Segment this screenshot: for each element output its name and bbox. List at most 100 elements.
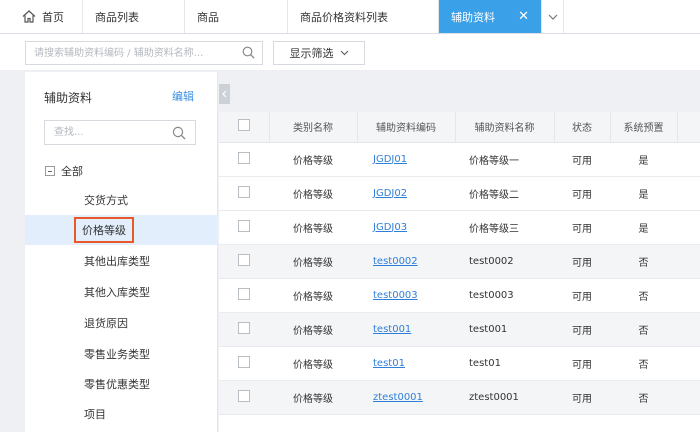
cell-category: 价格等级 — [269, 278, 357, 313]
tab-label: 辅助资料 — [451, 10, 495, 24]
cell-name: test0003 — [455, 278, 554, 313]
row-checkbox[interactable] — [238, 287, 250, 300]
auxiliary-data-table: 类别名称 辅助资料编码 辅助资料名称 状态 系统预置 价格等级 JGDJ01 价… — [219, 112, 700, 432]
cell-status: 可用 — [554, 346, 610, 381]
row-checkbox[interactable] — [238, 321, 250, 334]
tree-root-label: 全部 — [61, 165, 83, 178]
tab-home-label: 首页 — [42, 10, 64, 24]
tree-item-price-level[interactable]: 价格等级 — [25, 215, 218, 245]
tree-item-label: 其他出库类型 — [84, 255, 150, 268]
row-checkbox[interactable] — [238, 253, 250, 266]
header-category[interactable]: 类别名称 — [269, 112, 358, 143]
tree-item-return-reason[interactable]: 退货原因 — [25, 308, 218, 338]
header-extra — [677, 112, 700, 143]
cell-name: 价格等级三 — [455, 210, 554, 245]
cell-status: 可用 — [554, 278, 610, 313]
collapse-icon[interactable] — [45, 166, 55, 176]
tree-item-label: 项目 — [84, 408, 106, 421]
cell-category: 价格等级 — [269, 380, 357, 415]
search-icon[interactable] — [172, 126, 186, 140]
collapse-panel-handle[interactable] — [219, 84, 230, 104]
tree-item-label: 其他入库类型 — [84, 286, 150, 299]
search-icon[interactable] — [242, 46, 255, 59]
table-row[interactable]: 价格等级 test001 test001 可用 否 — [219, 312, 700, 347]
tree-item-project[interactable]: 项目 — [25, 399, 218, 429]
table-row[interactable]: 价格等级 JGDJ01 价格等级一 可用 是 — [219, 142, 700, 177]
cell-category: 价格等级 — [269, 312, 357, 347]
cell-code-link[interactable]: test0002 — [373, 256, 418, 267]
table-row[interactable]: 价格等级 test0003 test0003 可用 否 — [219, 278, 700, 313]
chevron-down-icon — [340, 50, 348, 56]
cell-preset: 否 — [610, 278, 677, 313]
home-icon — [22, 10, 36, 23]
cell-name: test001 — [455, 312, 554, 347]
row-checkbox[interactable] — [238, 355, 250, 368]
table-row[interactable]: 价格等级 JGDJ02 价格等级二 可用 是 — [219, 176, 700, 211]
category-search-input[interactable] — [45, 121, 165, 144]
tab-product[interactable]: 商品 — [185, 0, 288, 33]
row-checkbox[interactable] — [238, 389, 250, 402]
close-icon[interactable]: ✕ — [518, 9, 529, 24]
cell-name: 价格等级二 — [455, 176, 554, 211]
cell-code-link[interactable]: test0003 — [373, 290, 418, 301]
row-checkbox[interactable] — [238, 185, 250, 198]
tree-item-label: 零售优惠类型 — [84, 378, 150, 391]
tree-item-retail-business-type[interactable]: 零售业务类型 — [25, 339, 218, 369]
cell-category: 价格等级 — [269, 346, 357, 381]
tree-root-all[interactable]: 全部 — [45, 163, 83, 179]
cell-status: 可用 — [554, 244, 610, 279]
edit-link[interactable]: 编辑 — [172, 88, 194, 104]
search-box — [25, 41, 263, 65]
cell-category: 价格等级 — [269, 176, 357, 211]
tree-item-retail-discount-type[interactable]: 零售优惠类型 — [25, 369, 218, 399]
tab-product-list[interactable]: 商品列表 — [83, 0, 185, 33]
tab-home[interactable]: 首页 — [0, 0, 83, 33]
cell-code-link[interactable]: test001 — [373, 324, 411, 335]
row-checkbox[interactable] — [238, 151, 250, 164]
header-code[interactable]: 辅助资料编码 — [357, 112, 456, 143]
cell-code-link[interactable]: test01 — [373, 358, 405, 369]
cell-name: 价格等级一 — [455, 142, 554, 177]
row-checkbox[interactable] — [238, 219, 250, 232]
table-row[interactable]: 价格等级 ztest0001 ztest0001 可用 否 — [219, 380, 700, 415]
header-select-all[interactable] — [219, 112, 270, 143]
cell-preset: 否 — [610, 244, 677, 279]
auxiliary-category-panel: 辅助资料 编辑 全部 交货方式 价格等级 其他出库类型 其他入库类型 退货原因 … — [25, 72, 218, 432]
select-all-checkbox[interactable] — [237, 119, 250, 132]
cell-name: ztest0001 — [455, 380, 554, 415]
cell-category: 价格等级 — [269, 142, 357, 177]
tab-product-price-list[interactable]: 商品价格资料列表 — [288, 0, 439, 33]
table-row[interactable]: 价格等级 test01 test01 可用 否 — [219, 346, 700, 381]
header-preset[interactable]: 系统预置 — [610, 112, 678, 143]
tree-item-label: 零售业务类型 — [84, 348, 150, 361]
cell-preset: 是 — [610, 176, 677, 211]
cell-status: 可用 — [554, 176, 610, 211]
header-status[interactable]: 状态 — [554, 112, 611, 143]
filter-label: 显示筛选 — [289, 47, 334, 60]
show-filter-button[interactable]: 显示筛选 — [273, 41, 365, 65]
cell-preset: 是 — [610, 142, 677, 177]
tree-item-label: 价格等级 — [74, 217, 134, 243]
cell-code-link[interactable]: JGDJ03 — [373, 222, 407, 233]
cell-code-link[interactable]: JGDJ02 — [373, 188, 407, 199]
chevron-down-icon — [548, 14, 557, 20]
cell-code-link[interactable]: JGDJ01 — [373, 154, 407, 165]
cell-status: 可用 — [554, 380, 610, 415]
tab-overflow-button[interactable] — [542, 0, 564, 33]
cell-code-link[interactable]: ztest0001 — [373, 392, 423, 403]
cell-name: test0002 — [455, 244, 554, 279]
table-row[interactable]: 价格等级 test0002 test0002 可用 否 — [219, 244, 700, 279]
tab-auxiliary-data[interactable]: 辅助资料 ✕ — [439, 0, 542, 33]
table-header-row: 类别名称 辅助资料编码 辅助资料名称 状态 系统预置 — [219, 112, 700, 143]
table-row[interactable]: 价格等级 JGDJ03 价格等级三 可用 是 — [219, 210, 700, 245]
tree-item-other-outbound-type[interactable]: 其他出库类型 — [25, 246, 218, 276]
panel-title: 辅助资料 — [44, 91, 93, 105]
tree-item-other-inbound-type[interactable]: 其他入库类型 — [25, 277, 218, 307]
tree-item-delivery-method[interactable]: 交货方式 — [25, 185, 218, 215]
tree-item-label: 退货原因 — [84, 317, 128, 330]
category-search-box — [44, 120, 196, 145]
header-name[interactable]: 辅助资料名称 — [455, 112, 555, 143]
cell-preset: 否 — [610, 380, 677, 415]
cell-category: 价格等级 — [269, 210, 357, 245]
search-input[interactable] — [26, 42, 231, 64]
